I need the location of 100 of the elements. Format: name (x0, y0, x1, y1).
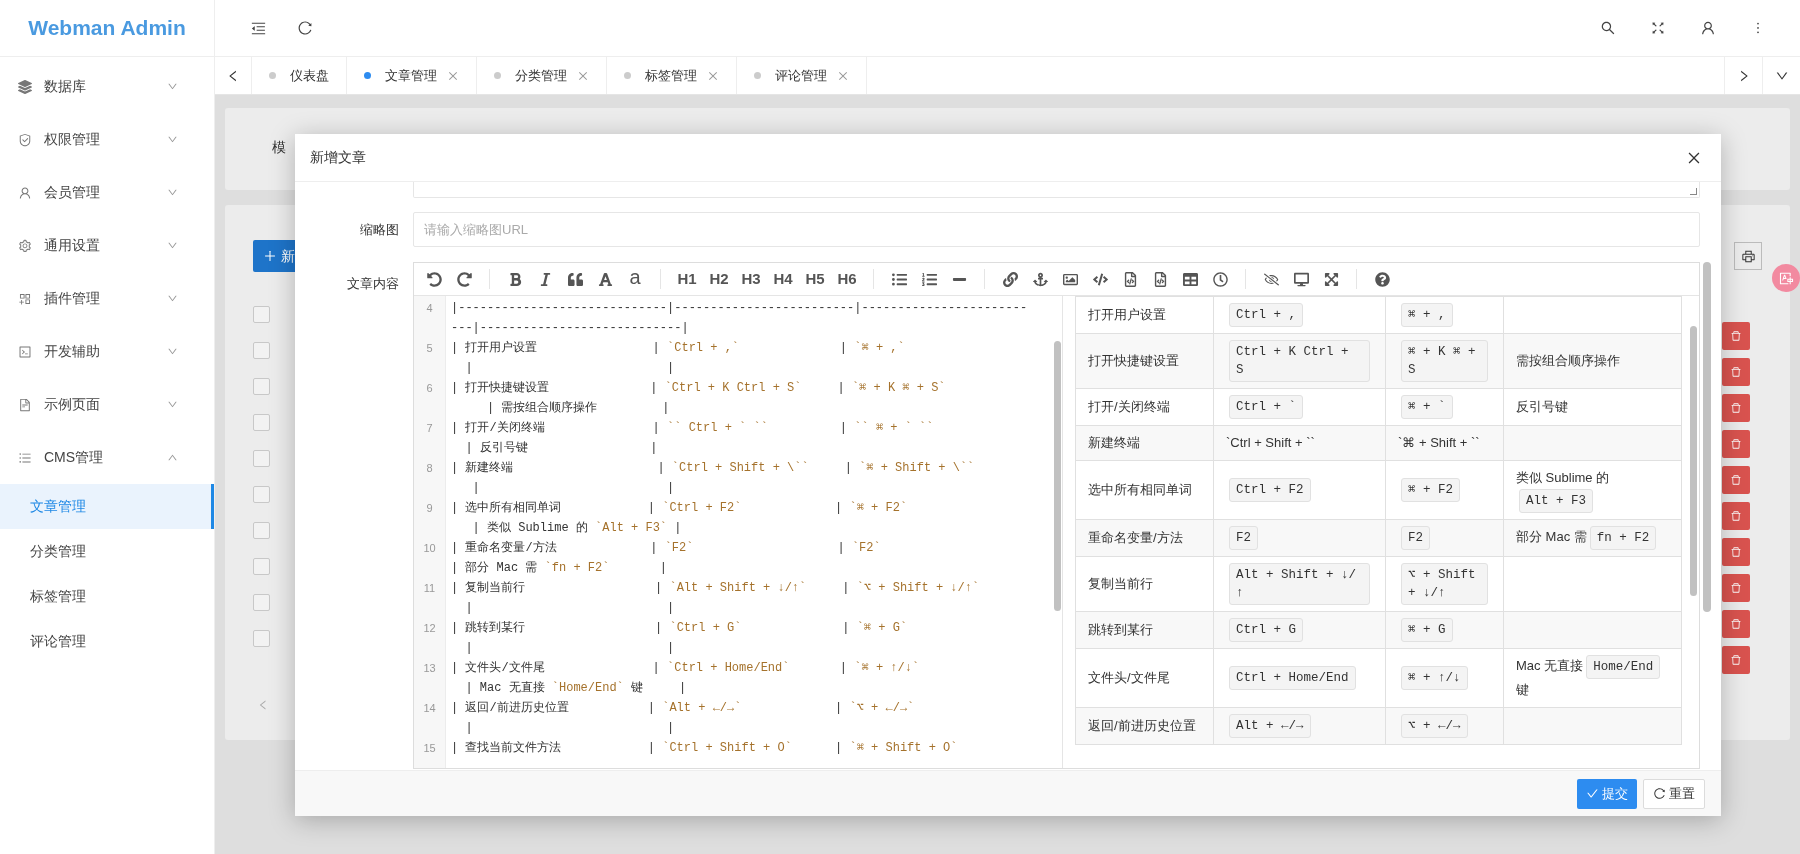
row-checkbox[interactable] (253, 521, 270, 539)
shortcut-key: ⌘ + F2 (1401, 478, 1461, 502)
undo-icon[interactable] (425, 271, 443, 287)
cell-text: 部分 Mac 需 (1516, 529, 1587, 544)
clock-icon[interactable] (1211, 271, 1229, 287)
user-icon[interactable] (1700, 20, 1716, 36)
row-checkbox[interactable] (253, 557, 270, 575)
line-number: 13 (423, 661, 436, 676)
sidebar-item[interactable]: 示例页面 (0, 378, 214, 431)
scrollbar[interactable] (1054, 341, 1061, 611)
delete-icon[interactable] (1722, 646, 1750, 674)
row-checkbox[interactable] (253, 629, 270, 647)
chevron-icon (167, 187, 178, 198)
quote-icon[interactable] (566, 271, 584, 287)
delete-icon[interactable] (1722, 574, 1750, 602)
refresh-icon[interactable] (297, 20, 313, 36)
resize-handle-icon[interactable] (1690, 188, 1697, 195)
sidebar-item[interactable]: 权限管理 (0, 113, 214, 166)
code-line: |-----------------------------|-------------------------|----------------------- (451, 300, 1029, 317)
row-checkbox[interactable] (253, 485, 270, 503)
delete-icon[interactable] (1722, 358, 1750, 386)
app-logo: Webman Admin (28, 15, 186, 42)
line-number: 10 (423, 541, 436, 556)
sidebar-subitem[interactable]: 标签管理 (0, 574, 214, 619)
delete-icon[interactable] (1722, 394, 1750, 422)
row-checkbox[interactable] (253, 413, 270, 431)
row-checkbox[interactable] (253, 449, 270, 467)
sidebar-subitem[interactable]: 评论管理 (0, 619, 214, 664)
numbered-list-icon[interactable] (920, 271, 938, 287)
sidebar-item[interactable]: CMS管理 (0, 431, 214, 484)
heading-button[interactable]: H6 (837, 267, 857, 291)
page-tab[interactable]: 分类管理 (477, 57, 607, 94)
layers-icon (18, 79, 32, 94)
sidebar-item[interactable]: 插件管理 (0, 272, 214, 325)
code-line: | 重命名变量/方法 | `F2` | `F2` (451, 540, 882, 557)
delete-icon[interactable] (1722, 538, 1750, 566)
row-checkbox[interactable] (253, 593, 270, 611)
delete-icon[interactable] (1722, 502, 1750, 530)
row-checkbox[interactable] (253, 377, 270, 395)
delete-icon[interactable] (1722, 610, 1750, 638)
page-tab[interactable]: 标签管理 (607, 57, 737, 94)
page-tab[interactable]: 评论管理 (737, 57, 867, 94)
code-line: | 文件头/文件尾 | `Ctrl + Home/End` | `⌘ + ↑/↓` (451, 660, 921, 677)
heading-button[interactable]: H4 (773, 267, 793, 291)
shortcut-key: ⌘ + ↑/↓ (1401, 666, 1468, 690)
code-line: | | (464, 360, 676, 377)
row-checkbox[interactable] (253, 341, 270, 359)
delete-icon[interactable] (1722, 430, 1750, 458)
scrollbar[interactable] (1703, 262, 1711, 612)
anchor-icon[interactable] (1031, 271, 1049, 287)
cell-text: 反引号键 (1516, 399, 1568, 414)
lowercase-button[interactable]: a (626, 267, 644, 287)
bullet-list-icon[interactable] (890, 271, 908, 287)
cell-text: `⌘ + Shift + `` (1398, 435, 1480, 450)
code-line: | 返回/前进历史位置 | `Alt + ←/→` | `⌥ + ←/→` (451, 700, 916, 717)
code-icon[interactable] (1091, 271, 1109, 287)
chevron-icon (167, 81, 178, 92)
page-tab[interactable]: 仪表盘 (252, 57, 347, 94)
shortcut-key: Alt + ←/→ (1229, 714, 1311, 738)
heading-button[interactable]: H5 (805, 267, 825, 291)
table-icon[interactable] (1181, 271, 1199, 287)
fullscreen-icon[interactable] (1650, 20, 1666, 36)
cell-text: 复制当前行 (1088, 576, 1153, 591)
delete-icon[interactable] (1722, 322, 1750, 350)
delete-icon[interactable] (1722, 466, 1750, 494)
code-line: | 打开用户设置 | `Ctrl + ,` | `⌘ + ,` (451, 340, 906, 357)
image-icon[interactable] (1061, 271, 1079, 287)
code-line: | | (464, 720, 676, 737)
printer-icon[interactable] (1734, 242, 1762, 270)
heading-button[interactable]: H1 (677, 267, 697, 291)
cell-text: 选中所有相同单词 (1088, 482, 1192, 497)
desktop-icon[interactable] (1292, 271, 1310, 287)
sidebar-subitem[interactable]: 分类管理 (0, 529, 214, 574)
font-icon[interactable] (596, 271, 614, 287)
page-tab[interactable]: 文章管理 (347, 57, 477, 94)
sidebar-item[interactable]: 会员管理 (0, 166, 214, 219)
sidebar-item[interactable]: 开发辅助 (0, 325, 214, 378)
link-icon[interactable] (1001, 271, 1019, 287)
search-icon[interactable] (1600, 20, 1616, 36)
redo-icon[interactable] (455, 271, 473, 287)
shortcut-key: Alt + F3 (1519, 489, 1593, 513)
scrollbar[interactable] (1690, 326, 1697, 596)
shortcut-key: ⌘ + G (1401, 618, 1453, 642)
code-line: | 打开/关闭终端 | `` Ctrl + ` `` | `` ⌘ + ` `` (451, 420, 935, 437)
reset-button[interactable]: 重置 (1643, 778, 1705, 809)
apps-add-icon (18, 291, 32, 306)
input-field[interactable]: 请输入缩略图URL (413, 212, 1700, 247)
hide-preview-icon[interactable] (1262, 271, 1280, 287)
help-icon[interactable] (1373, 271, 1391, 287)
chevron-icon (167, 399, 178, 410)
row-checkbox[interactable] (253, 305, 270, 323)
user-icon (18, 185, 32, 200)
sidebar-item[interactable]: 数据库 (0, 60, 214, 113)
sidebar-item[interactable]: 通用设置 (0, 219, 214, 272)
code-editor[interactable] (414, 296, 1063, 768)
refresh-icon (1653, 787, 1666, 800)
heading-button[interactable]: H2 (709, 267, 729, 291)
heading-button[interactable]: H3 (741, 267, 761, 291)
fullscreen-icon[interactable] (1322, 271, 1340, 287)
cell-text: 打开用户设置 (1088, 307, 1166, 322)
